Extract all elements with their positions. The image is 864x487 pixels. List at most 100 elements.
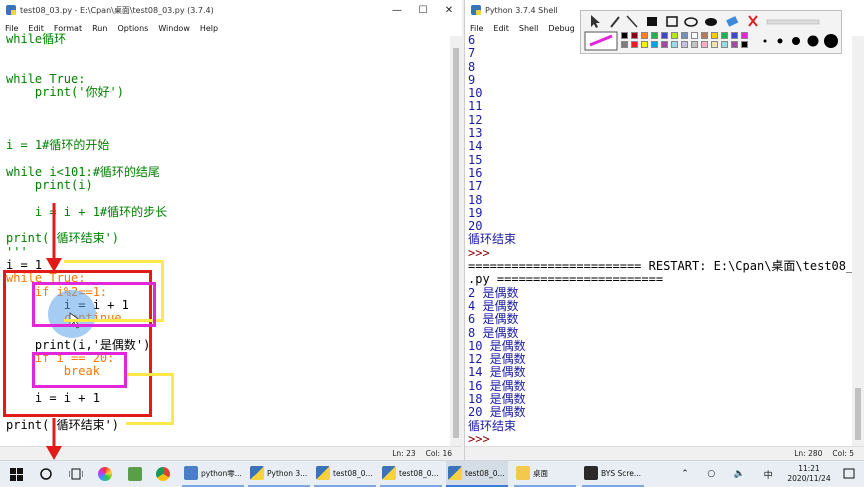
volume-icon[interactable]: 🔈 xyxy=(734,469,745,479)
brush-size-icons[interactable] xyxy=(763,34,839,48)
color-swatch[interactable] xyxy=(731,41,738,48)
shell-line: 12 是偶数 xyxy=(468,352,526,367)
color-swatch[interactable] xyxy=(741,32,748,39)
color-swatch[interactable] xyxy=(661,32,668,39)
taskbar-label: 桌面 xyxy=(533,468,548,478)
opacity-slider[interactable] xyxy=(766,19,820,25)
color-swatch[interactable] xyxy=(661,41,668,48)
color-swatch[interactable] xyxy=(691,32,698,39)
taskbar-app-chrome[interactable] xyxy=(152,461,176,487)
shell-output-area[interactable]: 6 7 8 9 10 11 12 13 14 15 16 17 18 19 20 循环结束 >>> ======… xyxy=(468,33,864,446)
search-button[interactable] xyxy=(34,461,58,487)
start-button[interactable] xyxy=(2,461,30,487)
eraser-tool-icon[interactable] xyxy=(726,16,739,27)
taskbar-item-test08-3[interactable]: test08_0... xyxy=(446,461,508,487)
shell-line: 循环结束 xyxy=(468,418,517,433)
color-swatch[interactable] xyxy=(631,41,638,48)
taskbar-label: Python 3... xyxy=(267,468,308,478)
color-swatch[interactable] xyxy=(621,32,628,39)
taskbar-item-test08-2[interactable]: test08_0... xyxy=(380,461,442,487)
color-swatch[interactable] xyxy=(691,41,698,48)
taskbar-item-python-shell[interactable]: Python 3... xyxy=(248,461,310,487)
clock[interactable]: 11:21 2020/11/24 xyxy=(784,461,834,487)
color-swatch[interactable] xyxy=(631,32,638,39)
shell-line: 19 xyxy=(468,205,483,220)
taskbar-item-desktop[interactable]: 桌面 xyxy=(514,461,576,487)
color-swatch[interactable] xyxy=(741,41,748,48)
color-swatch[interactable] xyxy=(711,41,718,48)
screen-recorder-icon xyxy=(584,466,598,480)
shell-line: 14 是偶数 xyxy=(468,365,526,380)
show-hidden-icons-icon[interactable]: ⌃ xyxy=(681,469,689,479)
shell-scroll-thumb[interactable] xyxy=(855,388,861,440)
color-swatch[interactable] xyxy=(731,32,738,39)
python-icon xyxy=(250,466,264,480)
minimize-icon[interactable]: — xyxy=(384,0,410,20)
shell-line: 10 xyxy=(468,86,483,101)
shell-menu-debug[interactable]: Debug xyxy=(543,24,579,33)
editor-line: ''' xyxy=(6,244,28,259)
color-swatch[interactable] xyxy=(681,32,688,39)
color-swatch[interactable] xyxy=(721,41,728,48)
editor-scroll-thumb[interactable] xyxy=(453,48,459,438)
color-swatch[interactable] xyxy=(671,32,678,39)
ellipse-tool-icon[interactable] xyxy=(684,17,698,27)
shell-title: Python 3.7.4 Shell xyxy=(485,5,558,15)
shell-line: 9 xyxy=(468,72,476,87)
close-icon[interactable]: ✕ xyxy=(436,0,462,20)
pen-tool-icon[interactable] xyxy=(610,16,620,28)
taskbar-app-files[interactable] xyxy=(124,461,148,487)
taskbar-item-python-tutorial[interactable]: python零... xyxy=(182,461,244,487)
annotation-magenta-box-1 xyxy=(32,282,156,327)
shell-menu-edit[interactable]: Edit xyxy=(488,24,514,33)
taskbar-app-media[interactable] xyxy=(94,461,118,487)
color-swatch[interactable] xyxy=(671,41,678,48)
menu-help[interactable]: Help xyxy=(195,24,223,33)
color-swatch[interactable] xyxy=(641,41,648,48)
menu-options[interactable]: Options xyxy=(112,24,153,33)
input-language-indicator[interactable]: 中 xyxy=(764,468,773,481)
shell-scrollbar[interactable] xyxy=(852,36,864,446)
network-icon[interactable]: ○ xyxy=(707,469,715,479)
pointer-tool-icon[interactable] xyxy=(591,15,600,28)
menu-window[interactable]: Window xyxy=(153,24,195,33)
shell-menu-file[interactable]: File xyxy=(465,24,488,33)
system-tray[interactable]: ⌃ ○ 🔈 中 xyxy=(672,461,782,487)
menu-run[interactable]: Run xyxy=(87,24,112,33)
rect-tool-icon[interactable] xyxy=(666,16,678,27)
editor-line: print('循环结束') xyxy=(6,231,120,246)
maximize-icon[interactable]: ☐ xyxy=(410,0,436,20)
color-swatch[interactable] xyxy=(651,41,658,48)
editor-statusbar: Ln: 23 Col: 16 xyxy=(0,446,462,460)
task-view-button[interactable] xyxy=(64,461,88,487)
annotation-toolbar xyxy=(580,10,842,54)
shell-line: 12 xyxy=(468,112,483,127)
editor-titlebar: test08_03.py - E:\Cpan\桌面\test08_03.py (… xyxy=(0,0,462,20)
shell-menu-shell[interactable]: Shell xyxy=(514,24,544,33)
editor-status-col: Col: 16 xyxy=(425,449,452,458)
shell-line: 20 是偶数 xyxy=(468,405,526,420)
editor-scrollbar[interactable] xyxy=(450,36,462,446)
taskbar-item-bys-screen[interactable]: BYS Scre... xyxy=(582,461,644,487)
clear-tool-icon[interactable] xyxy=(748,15,758,27)
color-palette[interactable] xyxy=(621,32,751,50)
taskbar-item-test08-1[interactable]: test08_0... xyxy=(314,461,376,487)
color-swatch[interactable] xyxy=(641,32,648,39)
color-swatch[interactable] xyxy=(701,32,708,39)
color-swatch[interactable] xyxy=(621,41,628,48)
notification-button[interactable] xyxy=(838,461,860,487)
color-swatch[interactable] xyxy=(701,41,708,48)
color-swatch[interactable] xyxy=(681,41,688,48)
taskbar-label: BYS Scre... xyxy=(601,468,642,478)
python-shell-icon xyxy=(471,5,481,15)
color-swatch[interactable] xyxy=(711,32,718,39)
color-swatch[interactable] xyxy=(721,32,728,39)
filled-ellipse-tool-icon[interactable] xyxy=(705,18,717,26)
folder-icon xyxy=(516,466,530,480)
color-swatch[interactable] xyxy=(651,32,658,39)
filled-rect-tool-icon[interactable] xyxy=(647,17,657,26)
line-tool-icon[interactable] xyxy=(626,15,638,28)
